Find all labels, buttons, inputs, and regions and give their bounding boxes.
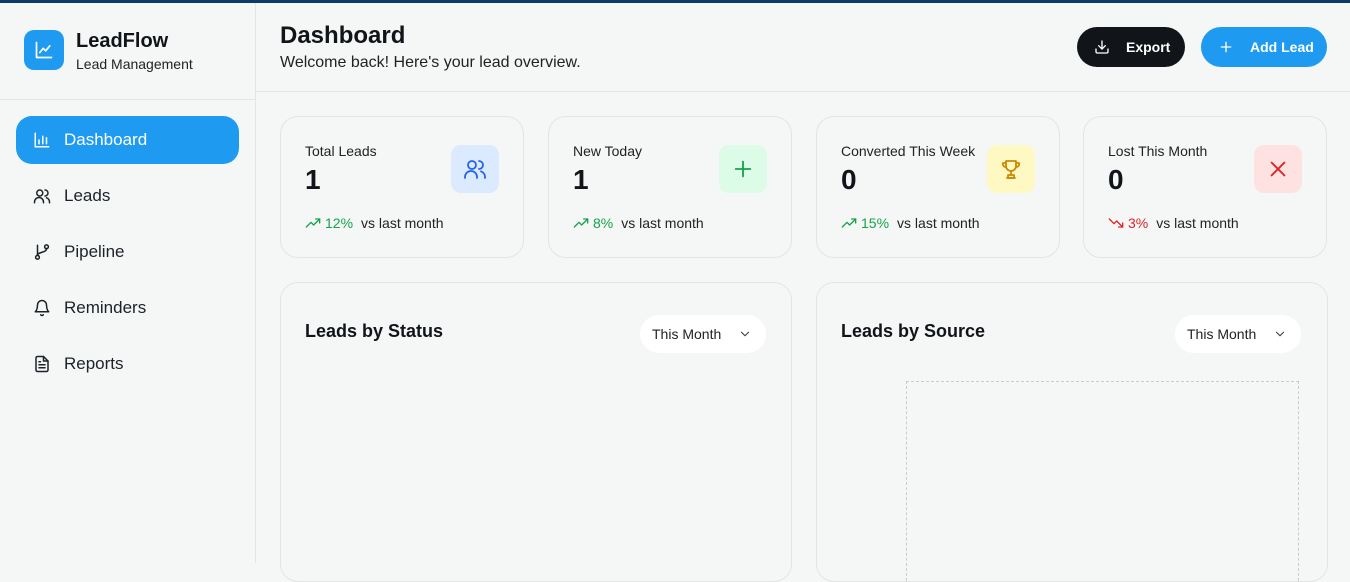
leads-by-status-panel: Leads by Status This Month — [280, 282, 792, 582]
page-header: Dashboard Welcome back! Here's your lead… — [256, 0, 1350, 92]
x-icon — [1254, 145, 1302, 193]
stat-trend: 8% vs last month — [573, 215, 704, 231]
users-icon — [451, 145, 499, 193]
brand-subtitle: Lead Management — [76, 56, 193, 72]
stat-label: Converted This Week — [841, 143, 976, 159]
trend-percent: 3% — [1128, 215, 1149, 231]
main-content: Dashboard Welcome back! Here's your lead… — [256, 0, 1350, 582]
stat-card-converted-this-week: Converted This Week 0 15% vs last month — [816, 116, 1060, 258]
add-lead-button[interactable]: Add Lead — [1201, 27, 1327, 67]
stat-label: Total Leads — [305, 143, 377, 159]
stat-trend: 15% vs last month — [841, 215, 980, 231]
git-branch-icon — [33, 243, 51, 261]
stat-label: New Today — [573, 143, 643, 159]
sidebar-item-label: Leads — [64, 186, 111, 205]
trend-caption: vs last month — [1156, 215, 1239, 231]
trending-down-icon — [1108, 215, 1124, 231]
stat-card-total-leads: Total Leads 1 12% vs last month — [280, 116, 524, 258]
range-select-value: This Month — [1187, 326, 1257, 342]
stat-value: 1 — [573, 164, 589, 195]
page-title: Dashboard — [280, 22, 406, 49]
trend-percent: 15% — [861, 215, 890, 231]
range-select[interactable]: This Month — [1175, 315, 1301, 353]
stat-value: 0 — [1108, 164, 1124, 195]
sidebar: LeadFlow Lead Management Dashboard Leads — [0, 0, 256, 563]
stat-trend: 12% vs last month — [305, 215, 444, 231]
stat-card-lost-this-month: Lost This Month 0 3% vs last month — [1083, 116, 1327, 258]
panel-title: Leads by Source — [841, 321, 986, 341]
add-lead-button-label: Add Lead — [1250, 39, 1314, 55]
trending-chart-icon — [24, 30, 64, 70]
panel-title: Leads by Status — [305, 321, 444, 341]
brand[interactable]: LeadFlow Lead Management — [24, 30, 244, 74]
sidebar-item-label: Reports — [64, 354, 124, 373]
stat-card-new-today: New Today 1 8% vs last month — [548, 116, 792, 258]
range-select-value: This Month — [652, 326, 722, 342]
app: LeadFlow Lead Management Dashboard Leads — [0, 0, 1350, 582]
stat-trend: 3% vs last month — [1108, 215, 1239, 231]
bell-icon — [33, 299, 51, 317]
trend-caption: vs last month — [897, 215, 980, 231]
trend-percent: 8% — [593, 215, 614, 231]
bar-chart-icon — [33, 131, 51, 149]
sidebar-item-reports[interactable]: Reports — [16, 340, 239, 388]
download-icon — [1094, 39, 1110, 55]
export-button-label: Export — [1126, 39, 1171, 55]
sidebar-item-label: Dashboard — [64, 130, 148, 149]
trending-up-icon — [841, 215, 857, 231]
chevron-down-icon — [738, 327, 752, 341]
sidebar-nav: Dashboard Leads Pipeline Reminders Repor… — [16, 116, 239, 396]
sidebar-item-label: Pipeline — [64, 242, 125, 261]
sidebar-item-label: Reminders — [64, 298, 147, 317]
trend-percent: 12% — [325, 215, 354, 231]
page-subtitle: Welcome back! Here's your lead overview. — [280, 54, 581, 71]
export-button[interactable]: Export — [1077, 27, 1185, 67]
top-accent-bar — [0, 0, 1350, 3]
trend-caption: vs last month — [361, 215, 444, 231]
stat-label: Lost This Month — [1108, 143, 1208, 159]
sidebar-item-leads[interactable]: Leads — [16, 172, 239, 220]
trophy-icon — [987, 145, 1035, 193]
file-text-icon — [33, 355, 51, 373]
sidebar-item-reminders[interactable]: Reminders — [16, 284, 239, 332]
plus-icon — [719, 145, 767, 193]
plus-icon — [1218, 39, 1234, 55]
trending-up-icon — [305, 215, 321, 231]
sidebar-divider — [0, 99, 256, 100]
stat-value: 1 — [305, 164, 321, 195]
sidebar-item-dashboard[interactable]: Dashboard — [16, 116, 239, 164]
range-select[interactable]: This Month — [640, 315, 766, 353]
chart-placeholder — [906, 381, 1299, 581]
chevron-down-icon — [1273, 327, 1287, 341]
sidebar-item-pipeline[interactable]: Pipeline — [16, 228, 239, 276]
stat-value: 0 — [841, 164, 857, 195]
users-icon — [33, 187, 51, 205]
trend-caption: vs last month — [621, 215, 704, 231]
leads-by-source-panel: Leads by Source This Month — [816, 282, 1328, 582]
brand-name: LeadFlow — [76, 30, 169, 52]
trending-up-icon — [573, 215, 589, 231]
